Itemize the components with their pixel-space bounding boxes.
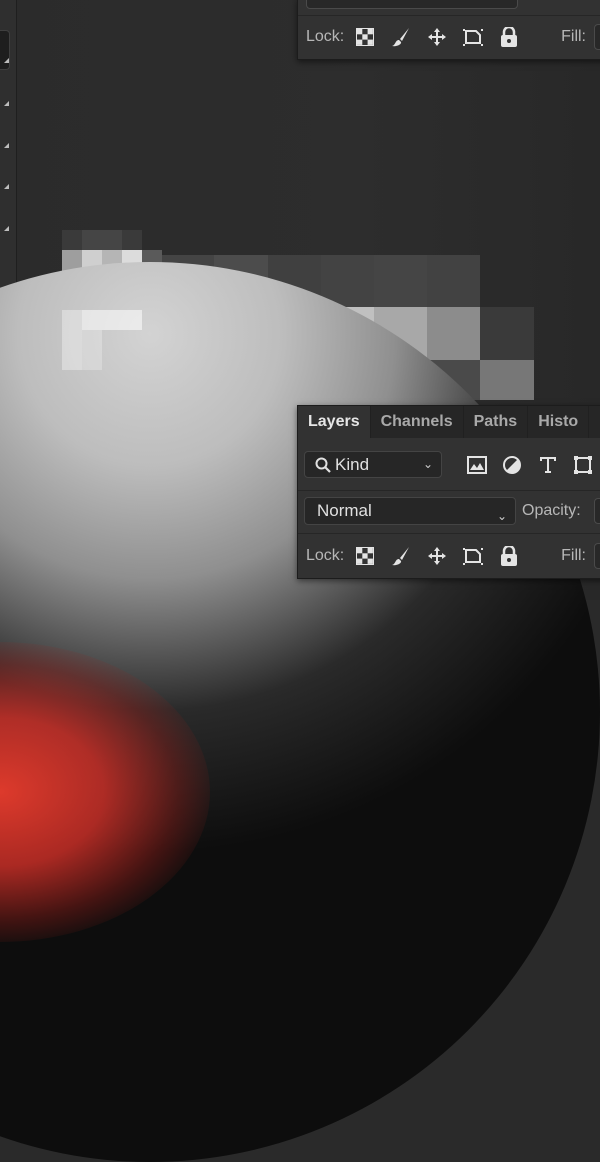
- mosaic-block: [427, 255, 480, 307]
- fill-input[interactable]: 1: [594, 24, 600, 50]
- layers-panel: Layers Channels Paths Histo Kind ⌄ Norma…: [297, 405, 600, 579]
- lock-label: Lock:: [306, 28, 345, 45]
- lock-icon[interactable]: [498, 545, 520, 567]
- transparent-pixels-icon[interactable]: [354, 26, 376, 48]
- tab-channels[interactable]: Channels: [371, 406, 464, 438]
- mosaic-block: [427, 307, 480, 360]
- divider: [298, 15, 600, 16]
- chevron-down-icon: ⌄: [422, 457, 434, 471]
- mosaic-block: [82, 330, 102, 370]
- tool-expand-icon: [4, 58, 9, 63]
- tab-paths[interactable]: Paths: [464, 406, 529, 438]
- transparent-pixels-icon[interactable]: [354, 545, 376, 567]
- lock-row: Lock: Fill: 1: [298, 19, 600, 55]
- opacity-input[interactable]: 1: [594, 498, 600, 524]
- opacity-label: Opacity:: [522, 502, 581, 519]
- tab-history[interactable]: Histo: [528, 406, 590, 438]
- search-icon: [315, 457, 331, 473]
- shape-filter-icon[interactable]: [573, 454, 595, 476]
- tool-expand-icon: [4, 184, 9, 189]
- mosaic-block: [62, 310, 82, 370]
- divider: [298, 490, 600, 491]
- adjustment-filter-icon[interactable]: [502, 454, 524, 476]
- lock-icon[interactable]: [498, 26, 520, 48]
- mosaic-block: [102, 230, 122, 250]
- blend-mode-select[interactable]: Normal ⌄: [304, 497, 516, 525]
- divider: [298, 533, 600, 534]
- tool-expand-icon: [4, 101, 9, 106]
- brush-icon[interactable]: [390, 545, 412, 567]
- type-filter-icon[interactable]: [537, 454, 559, 476]
- tab-layers[interactable]: Layers: [298, 406, 371, 438]
- red-glow: [0, 642, 210, 942]
- panel-tabs: Layers Channels Paths Histo: [298, 406, 600, 438]
- mosaic-block: [62, 230, 82, 250]
- brush-icon[interactable]: [390, 26, 412, 48]
- chevron-down-icon: ⌄: [496, 509, 507, 523]
- mosaic-block: [480, 360, 534, 400]
- mosaic-block: [122, 230, 142, 250]
- fill-label: Fill:: [561, 547, 586, 564]
- fill-input[interactable]: 1: [594, 543, 600, 569]
- tool-button[interactable]: [0, 30, 10, 70]
- artboard-icon[interactable]: [462, 545, 484, 567]
- lock-row: Lock: Fill: 1: [298, 538, 600, 574]
- filter-kind-select[interactable]: Kind ⌄: [304, 451, 443, 478]
- filter-kind-label: Kind: [335, 454, 370, 474]
- tool-expand-icon: [4, 226, 9, 231]
- move-icon[interactable]: [426, 545, 448, 567]
- filter-row: Kind ⌄: [298, 451, 600, 478]
- layers-panel-top: Lock: Fill: 1: [297, 0, 600, 60]
- move-icon[interactable]: [426, 26, 448, 48]
- artboard-icon[interactable]: [462, 26, 484, 48]
- image-filter-icon[interactable]: [466, 454, 488, 476]
- tool-expand-icon: [4, 143, 9, 148]
- mosaic-block: [82, 310, 142, 330]
- fill-label: Fill:: [561, 28, 586, 45]
- mosaic-block: [82, 230, 102, 250]
- lock-label: Lock:: [306, 547, 345, 564]
- blend-mode-select[interactable]: [306, 0, 518, 9]
- mosaic-block: [480, 307, 534, 360]
- mosaic-block: [374, 255, 427, 307]
- blend-mode-value: Normal: [317, 501, 372, 520]
- blend-row: Normal ⌄ Opacity: 1: [298, 497, 600, 525]
